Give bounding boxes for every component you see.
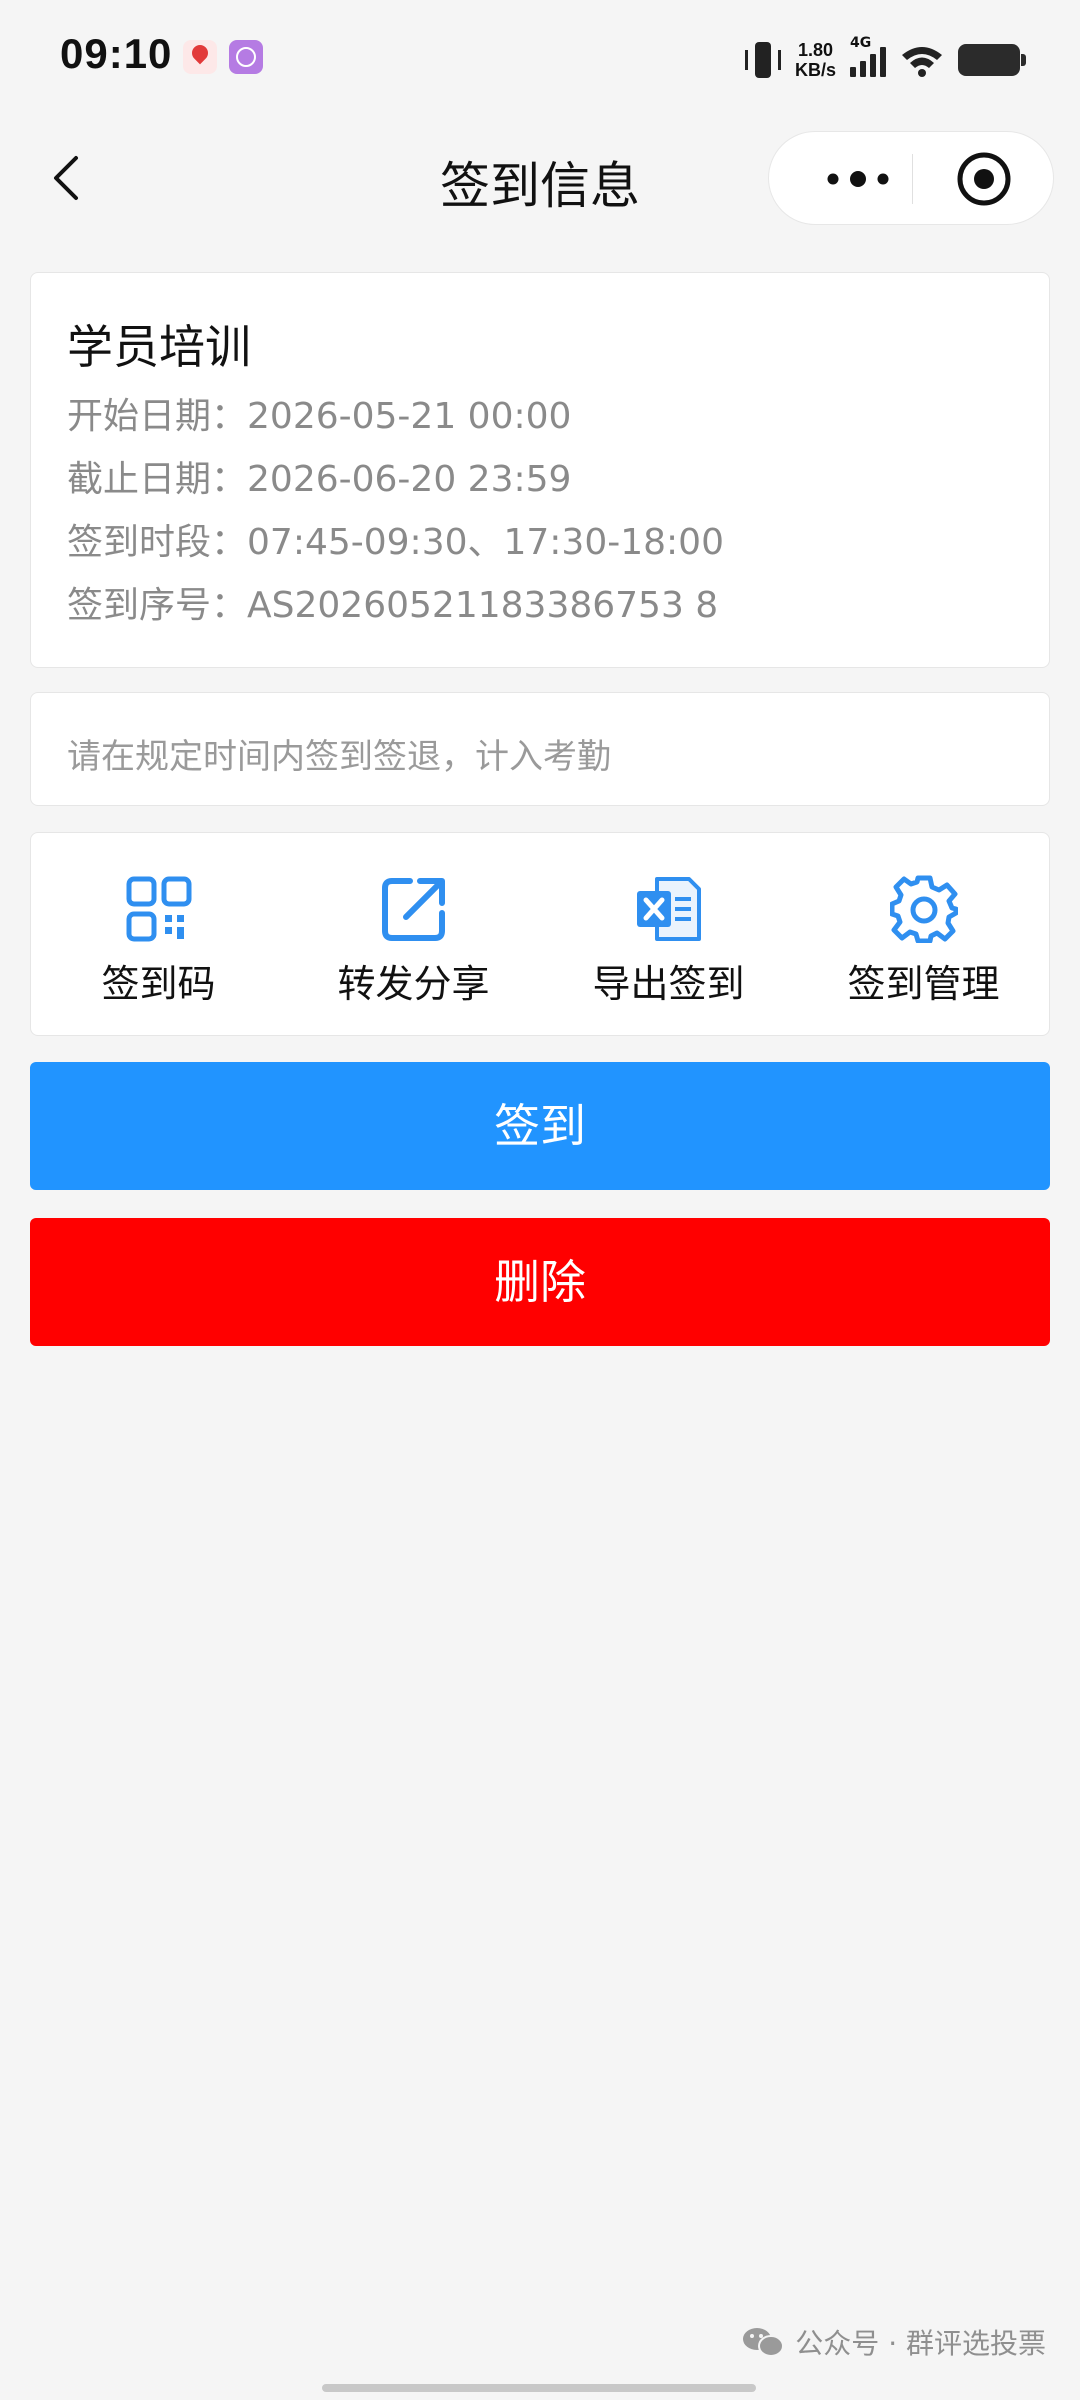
qrcode-icon [125,875,193,943]
status-bar: 09:10 1.80 KB/s 4G [0,0,1080,120]
wifi-icon [900,43,944,77]
start-date-row: 开始日期：2026-05-21 00:00 [67,387,571,439]
notice-text: 请在规定时间内签到签退，计入考勤 [67,737,611,777]
network-speed-value: 1.80 [797,40,834,60]
end-date-row: 截止日期：2026-06-20 23:59 [67,450,571,502]
status-indicators: 1.80 KB/s 4G [744,35,1026,84]
maps-app-icon [183,40,217,74]
network-type: 4G [850,35,872,51]
notice-card: 请在规定时间内签到签退，计入考勤 [30,692,1050,806]
watermark-text: 公众号 · 群评选投票 [795,2327,1046,2360]
share-icon [380,875,448,943]
serial-number-row: 签到序号：AS20260521183386753 8 [67,576,718,628]
close-miniprogram-icon[interactable] [929,132,1039,226]
signin-period-row: 签到时段：07:45-09:30、17:30-18:00 [67,513,724,565]
signin-button[interactable]: 签到 [30,1062,1050,1190]
actions-card: 签到码 转发分享 导出签到 签到管理 [30,832,1050,1036]
watermark: 公众号 · 群评选投票 [741,2322,1046,2362]
serial-number-label: 签到序号： [67,585,248,626]
miniprogram-capsule [768,131,1054,225]
end-date-label: 截止日期： [67,459,248,500]
badge-app-icon [229,40,263,74]
signal-icon: 4G [850,35,886,77]
signin-period-value: 07:45-09:30、17:30-18:00 [247,522,724,563]
export-label: 导出签到 [592,962,745,1006]
capsule-divider [912,154,913,204]
share-action[interactable]: 转发分享 [286,833,541,1037]
manage-label: 签到管理 [847,962,1000,1006]
start-date-label: 开始日期： [67,396,248,437]
signin-code-label: 签到码 [101,962,216,1006]
wechat-icon [741,2325,785,2359]
vibrate-icon [744,40,781,80]
manage-action[interactable]: 签到管理 [796,833,1051,1037]
start-date-value: 2026-05-21 00:00 [247,396,572,437]
event-info-card: 学员培训 开始日期：2026-05-21 00:00 截止日期：2026-06-… [30,272,1050,668]
signin-period-label: 签到时段： [67,522,248,563]
battery-icon [958,44,1026,76]
end-date-value: 2026-06-20 23:59 [247,459,572,500]
export-action[interactable]: 导出签到 [541,833,796,1037]
signin-code-action[interactable]: 签到码 [31,833,286,1037]
delete-button[interactable]: 删除 [30,1218,1050,1346]
network-speed: 1.80 KB/s [795,40,836,80]
more-icon[interactable] [803,132,913,226]
home-indicator[interactable] [322,2384,756,2392]
serial-number-value: AS20260521183386753 8 [247,585,719,626]
nav-bar: 签到信息 [0,128,1080,228]
network-speed-unit: KB/s [794,60,836,80]
share-label: 转发分享 [337,962,490,1006]
gear-icon [889,875,958,944]
status-time: 09:10 [60,30,173,77]
event-title: 学员培训 [67,320,251,374]
excel-export-icon [635,875,703,943]
